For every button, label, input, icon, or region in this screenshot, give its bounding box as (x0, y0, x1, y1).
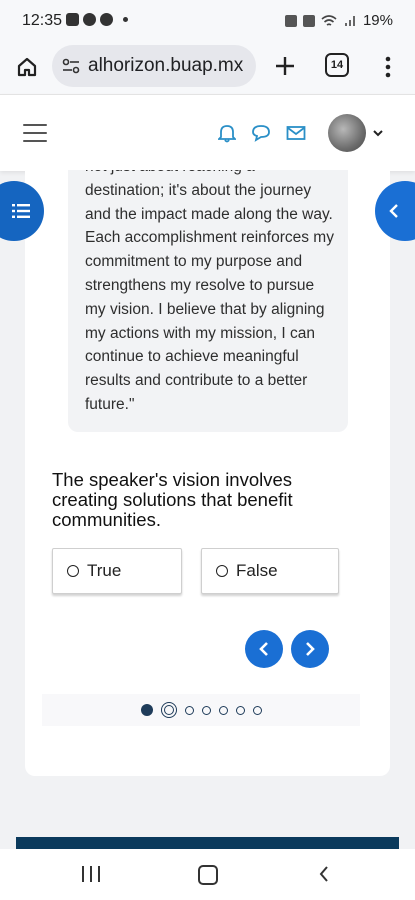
address-bar[interactable]: alhorizon.buap.mx (52, 45, 256, 87)
bell-icon[interactable] (216, 122, 238, 144)
quote-text: not just about reaching a destination; i… (85, 170, 334, 413)
option-false[interactable]: False (201, 548, 339, 594)
status-bar: 12:35 19% (0, 0, 415, 42)
quote-box: not just about reaching a destination; i… (68, 170, 348, 432)
browser-toolbar: alhorizon.buap.mx 14 (0, 42, 415, 94)
question-text: The speaker's vision involves creating s… (52, 469, 293, 530)
site-header (0, 94, 415, 171)
radio-circle-icon[interactable] (216, 565, 228, 577)
option-true[interactable]: True (52, 548, 182, 594)
signal-icon (344, 15, 355, 26)
gallery-icon (66, 13, 79, 26)
home-nav-icon[interactable] (198, 865, 218, 885)
site-settings-icon[interactable] (60, 55, 82, 77)
chevron-down-icon[interactable] (372, 127, 384, 139)
mail-icon[interactable] (285, 122, 307, 144)
system-indicators: 19% (284, 12, 393, 29)
messenger-icon (100, 13, 113, 26)
previous-button[interactable] (245, 630, 283, 668)
avatar[interactable] (328, 114, 366, 152)
android-navigation-bar (0, 849, 415, 900)
url-text: alhorizon.buap.mx (88, 55, 244, 76)
more-notifications-dot (123, 17, 128, 22)
page-dot[interactable] (218, 705, 228, 715)
chat-bubble-icon[interactable] (250, 122, 272, 144)
page-dot-completed[interactable] (140, 704, 153, 716)
option-label: False (236, 561, 278, 580)
chevron-left-icon (389, 204, 398, 218)
status-time: 12:35 (22, 12, 63, 29)
plus-icon (276, 57, 294, 75)
next-button[interactable] (291, 630, 329, 668)
wifi-icon (321, 14, 337, 26)
activity-card: not just about reaching a destination; i… (25, 170, 390, 776)
more-vert-icon (385, 56, 391, 78)
page-dot[interactable] (184, 705, 194, 715)
battery-level: 19% (362, 12, 393, 29)
chevron-right-icon (306, 642, 315, 656)
mute-icon (302, 14, 315, 27)
page-dot[interactable] (252, 705, 262, 715)
back-icon[interactable] (316, 864, 332, 884)
home-icon (17, 57, 37, 77)
battery-saver-icon (284, 14, 297, 27)
notification-icons (66, 13, 128, 26)
new-tab-button[interactable] (270, 51, 300, 81)
option-label: True (87, 561, 122, 580)
browser-menu-button[interactable] (378, 52, 398, 82)
pagination-dots (42, 694, 360, 726)
page-dot-current[interactable] (160, 702, 177, 718)
tab-switcher-button[interactable]: 14 (325, 53, 349, 77)
radio-circle-icon[interactable] (67, 565, 79, 577)
chevron-left-icon (259, 642, 268, 656)
hamburger-icon[interactable] (23, 124, 47, 142)
page-dot[interactable] (235, 705, 245, 715)
list-icon (12, 204, 30, 218)
whatsapp-icon (83, 13, 96, 26)
page-dot[interactable] (201, 705, 211, 715)
footer-bar (16, 837, 399, 849)
home-button[interactable] (13, 53, 41, 81)
recents-icon[interactable] (82, 866, 100, 882)
